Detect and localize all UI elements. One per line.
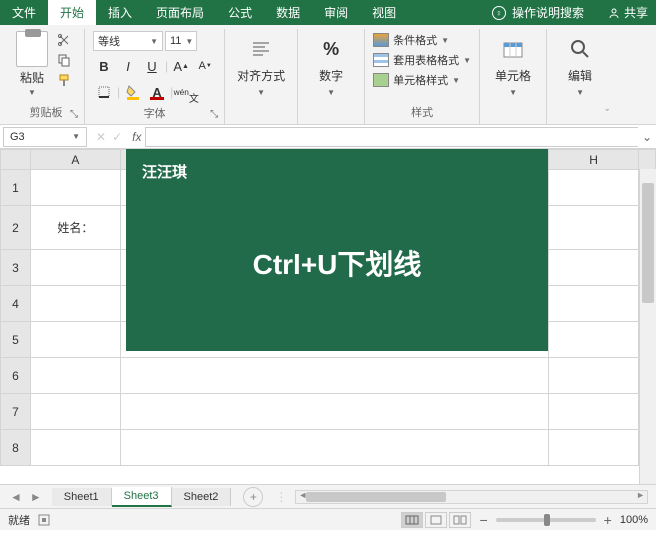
prev-sheet-icon[interactable]: ◄ <box>10 490 22 504</box>
zoom-level[interactable]: 100% <box>620 514 648 526</box>
tab-home[interactable]: 开始 <box>48 0 96 25</box>
decrease-font-button[interactable]: A▼ <box>194 55 216 77</box>
sheet-tab-1[interactable]: Sheet1 <box>52 488 112 506</box>
table-format-icon <box>373 53 389 67</box>
row-header[interactable]: 1 <box>1 170 31 206</box>
percent-icon: % <box>317 35 345 63</box>
font-name-select[interactable]: 等线▼ <box>93 31 163 51</box>
cut-button[interactable] <box>52 31 76 49</box>
formula-input[interactable] <box>145 127 638 147</box>
underline-button[interactable]: U <box>141 55 163 77</box>
increase-font-button[interactable]: A▲ <box>170 55 192 77</box>
enter-formula-icon[interactable]: ✓ <box>112 130 122 144</box>
lightbulb-icon: ♀ <box>492 6 506 20</box>
sheet-tab-2[interactable]: Sheet2 <box>172 488 232 506</box>
expand-formula-icon[interactable]: ⌄ <box>638 130 656 144</box>
name-box[interactable]: G3▼ <box>3 127 87 147</box>
col-header-a[interactable]: A <box>31 150 121 170</box>
tab-view[interactable]: 视图 <box>360 0 408 25</box>
cell-style-icon <box>373 73 389 87</box>
normal-view-button[interactable] <box>401 512 423 528</box>
tab-file[interactable]: 文件 <box>0 0 48 25</box>
clipboard-launcher-icon[interactable]: ⤡ <box>70 109 78 120</box>
align-icon <box>247 35 275 63</box>
bold-button[interactable]: B <box>93 55 115 77</box>
ribbon-collapse-icon[interactable]: ˇ <box>605 108 609 120</box>
find-icon <box>566 35 594 63</box>
font-launcher-icon[interactable]: ⤡ <box>210 109 218 120</box>
page-break-view-button[interactable] <box>449 512 471 528</box>
macro-record-icon[interactable] <box>38 514 50 526</box>
font-color-button[interactable]: A <box>146 81 168 103</box>
group-clipboard: 粘贴 ▼ 剪贴板⤡ <box>8 29 85 124</box>
row-header[interactable]: 2 <box>1 206 31 250</box>
overlay-brand: 汪汪琪 <box>126 149 548 194</box>
conditional-format-button[interactable]: 条件格式 ▼ <box>373 31 471 49</box>
phonetic-button[interactable]: wén文 <box>175 81 197 103</box>
cell-a2[interactable]: 姓名： <box>31 206 121 250</box>
editing-button[interactable]: 编辑▼ <box>555 31 605 101</box>
sheet-tab-3[interactable]: Sheet3 <box>112 487 172 507</box>
tutorial-overlay: 汪汪琪 Ctrl+U下划线 <box>126 149 548 351</box>
copy-button[interactable] <box>52 51 76 69</box>
clipboard-icon <box>16 31 48 67</box>
group-editing: 编辑▼ ˇ <box>547 29 613 124</box>
format-painter-button[interactable] <box>52 71 76 89</box>
row-header[interactable]: 3 <box>1 250 31 286</box>
row-header[interactable]: 8 <box>1 430 31 466</box>
fill-color-button[interactable] <box>122 81 144 103</box>
table-format-button[interactable]: 套用表格格式 ▼ <box>373 51 471 69</box>
paste-button[interactable]: 粘贴 ▼ <box>16 31 48 97</box>
status-ready: 就绪 <box>8 512 30 528</box>
col-header-h[interactable]: H <box>549 150 639 170</box>
group-styles: 条件格式 ▼ 套用表格格式 ▼ 单元格样式 ▼ 样式 <box>365 29 480 124</box>
cells-icon <box>499 35 527 63</box>
font-size-select[interactable]: 11▼ <box>165 31 197 51</box>
cell-style-button[interactable]: 单元格样式 ▼ <box>373 71 471 89</box>
tab-insert[interactable]: 插入 <box>96 0 144 25</box>
cells-button[interactable]: 单元格▼ <box>488 31 538 101</box>
zoom-out-button[interactable]: − <box>479 512 487 528</box>
alignment-button[interactable]: 对齐方式▼ <box>233 31 289 101</box>
row-header[interactable]: 5 <box>1 322 31 358</box>
vertical-scrollbar[interactable] <box>639 169 656 484</box>
tell-me-search[interactable]: 操作说明搜索 <box>512 4 584 21</box>
cancel-formula-icon[interactable]: ✕ <box>96 130 106 144</box>
number-format-button[interactable]: % 数字▼ <box>306 31 356 101</box>
group-alignment: 对齐方式▼ <box>225 29 298 124</box>
border-button[interactable] <box>93 81 115 103</box>
group-font: 等线▼ 11▼ B I U | A▲ A▼ | A | wén文 <box>85 29 225 124</box>
conditional-format-icon <box>373 33 389 47</box>
select-all-corner[interactable] <box>1 150 31 170</box>
tab-formula[interactable]: 公式 <box>216 0 264 25</box>
group-number: % 数字▼ <box>298 29 365 124</box>
row-header[interactable]: 6 <box>1 358 31 394</box>
tab-review[interactable]: 审阅 <box>312 0 360 25</box>
zoom-slider[interactable] <box>496 518 596 522</box>
share-button[interactable]: 共享 <box>608 4 648 21</box>
row-header[interactable]: 4 <box>1 286 31 322</box>
add-sheet-button[interactable]: + <box>243 487 263 507</box>
overlay-title: Ctrl+U下划线 <box>126 194 548 351</box>
page-layout-view-button[interactable] <box>425 512 447 528</box>
next-sheet-icon[interactable]: ► <box>30 490 42 504</box>
group-cells: 单元格▼ <box>480 29 547 124</box>
italic-button[interactable]: I <box>117 55 139 77</box>
tab-data[interactable]: 数据 <box>264 0 312 25</box>
tab-page-layout[interactable]: 页面布局 <box>144 0 216 25</box>
horizontal-scrollbar[interactable]: ◄ ► <box>295 490 648 504</box>
fx-icon[interactable]: fx <box>128 130 145 144</box>
row-header[interactable]: 7 <box>1 394 31 430</box>
zoom-in-button[interactable]: + <box>604 512 612 528</box>
